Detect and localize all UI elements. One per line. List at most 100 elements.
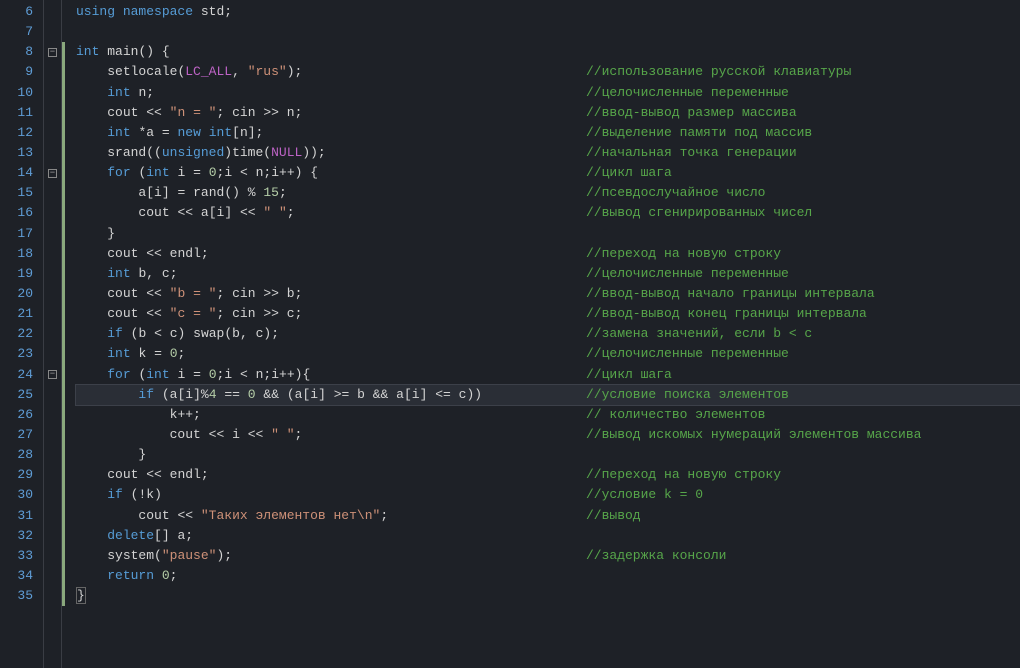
token-id: i (412, 387, 420, 402)
code-line[interactable]: int k = 0;//целочисленные переменные (76, 344, 1020, 364)
token-ws (232, 205, 240, 220)
line-number: 28 (8, 445, 33, 465)
code-line[interactable]: cout << endl;//переход на новую строку (76, 465, 1020, 485)
code-line[interactable]: int n;//целочисленные переменные (76, 83, 1020, 103)
code-line[interactable]: cout << "Таких элементов нет\n";//вывод (76, 506, 1020, 526)
token-ws (240, 185, 248, 200)
code-line[interactable]: if (a[i]%4 == 0 && (a[i] >= b && a[i] <=… (76, 385, 1020, 405)
code-line[interactable]: delete[] a; (76, 526, 1020, 546)
line-number: 14 (8, 163, 33, 183)
token-punct: { (162, 44, 170, 59)
token-op: ++ (177, 407, 193, 422)
token-kw: for (107, 165, 130, 180)
token-ws (154, 387, 162, 402)
line-number: 17 (8, 224, 33, 244)
line-comment: //переход на новую строку (586, 465, 781, 485)
code-line[interactable]: for (int i = 0;i < n;i++){//цикл шага (76, 365, 1020, 385)
fold-toggle-icon[interactable]: − (48, 370, 57, 379)
line-number-gutter: 6789101112131415161718192021222324252627… (0, 0, 44, 668)
token-ws (248, 367, 256, 382)
code-line[interactable]: } (76, 586, 1020, 606)
code-line[interactable]: cout << endl;//переход на новую строку (76, 244, 1020, 264)
fold-gutter: − − − (44, 0, 62, 668)
line-comment: //условие k = 0 (586, 485, 703, 505)
code-line[interactable]: setlocale(LC_ALL, "rus");//использование… (76, 62, 1020, 82)
code-line[interactable]: system("pause");//задержка консоли (76, 546, 1020, 566)
token-kw: delete (107, 528, 154, 543)
token-id: n (240, 125, 248, 140)
code-line[interactable]: int b, c;//целочисленные переменные (76, 264, 1020, 284)
token-punct: ( (287, 387, 295, 402)
token-ws (193, 508, 201, 523)
fold-toggle-icon[interactable]: − (48, 169, 57, 178)
token-macro: LC_ALL (185, 64, 232, 79)
token-ws (279, 306, 287, 321)
token-id: cout (107, 467, 138, 482)
code-line[interactable]: k++;// количество элементов (76, 405, 1020, 425)
token-id: cout (170, 427, 201, 442)
token-type: int (76, 44, 99, 59)
token-punct: ; (146, 85, 154, 100)
code-line[interactable]: cout << i << " ";//вывод искомых нумерац… (76, 425, 1020, 445)
line-comment: //цикл шага (586, 163, 672, 183)
token-ws (240, 387, 248, 402)
token-ws (193, 4, 201, 19)
code-line[interactable]: for (int i = 0;i < n;i++) {//цикл шага (76, 163, 1020, 183)
token-punct: ( (263, 145, 271, 160)
code-line[interactable]: int *a = new int[n];//выделение памяти п… (76, 123, 1020, 143)
token-ws (146, 346, 154, 361)
token-punct: )) (466, 387, 482, 402)
code-line[interactable]: using namespace std; (76, 2, 1020, 22)
line-number: 35 (8, 586, 33, 606)
token-id: cin (232, 306, 255, 321)
line-number: 13 (8, 143, 33, 163)
token-ws (162, 246, 170, 261)
code-line[interactable]: srand((unsigned)time(NULL));//начальная … (76, 143, 1020, 163)
token-punct: [] (154, 528, 170, 543)
token-op: = (193, 367, 201, 382)
line-comment: //условие поиска элементов (586, 385, 789, 405)
token-punct: , (240, 326, 248, 341)
token-punct: ( (224, 326, 232, 341)
token-const: NULL (271, 145, 302, 160)
code-line[interactable]: if (b < c) swap(b, c);//замена значений,… (76, 324, 1020, 344)
token-id: b (287, 286, 295, 301)
line-number: 22 (8, 324, 33, 344)
code-line[interactable]: } (76, 224, 1020, 244)
code-line[interactable]: return 0; (76, 566, 1020, 586)
token-id: c (170, 326, 178, 341)
token-id: b (357, 387, 365, 402)
code-editor: 6789101112131415161718192021222324252627… (0, 0, 1020, 668)
line-comment: //псевдослучайное число (586, 183, 765, 203)
token-ws (232, 165, 240, 180)
code-line[interactable]: if (!k)//условие k = 0 (76, 485, 1020, 505)
line-number: 9 (8, 62, 33, 82)
token-type: int (107, 266, 130, 281)
token-punct: [ (232, 125, 240, 140)
token-ws (326, 387, 334, 402)
line-number: 7 (8, 22, 33, 42)
token-id: k (146, 487, 154, 502)
code-area[interactable]: using namespace std; int main() { setloca… (68, 0, 1020, 668)
token-punct: ] (193, 387, 201, 402)
code-line[interactable]: cout << "c = "; cin >> c;//ввод-вывод ко… (76, 304, 1020, 324)
code-line[interactable] (76, 22, 1020, 42)
token-ws (162, 346, 170, 361)
line-number: 20 (8, 284, 33, 304)
token-ws (224, 427, 232, 442)
code-line[interactable]: cout << "n = "; cin >> n;//ввод-вывод ра… (76, 103, 1020, 123)
token-str: " " (263, 205, 286, 220)
token-op: << (248, 427, 264, 442)
code-line[interactable]: a[i] = rand() % 15;//псевдослучайное чис… (76, 183, 1020, 203)
token-id: cout (107, 105, 138, 120)
code-line[interactable]: cout << "b = "; cin >> b;//ввод-вывод на… (76, 284, 1020, 304)
token-op: = (154, 346, 162, 361)
token-punct: ); (287, 64, 303, 79)
code-line[interactable]: cout << a[i] << " ";//вывод сгенирирован… (76, 203, 1020, 223)
fold-toggle-icon[interactable]: − (48, 48, 57, 57)
line-number: 23 (8, 344, 33, 364)
code-line[interactable]: int main() { (76, 42, 1020, 62)
token-op: << (146, 306, 162, 321)
code-line[interactable]: } (76, 445, 1020, 465)
token-ws (162, 326, 170, 341)
